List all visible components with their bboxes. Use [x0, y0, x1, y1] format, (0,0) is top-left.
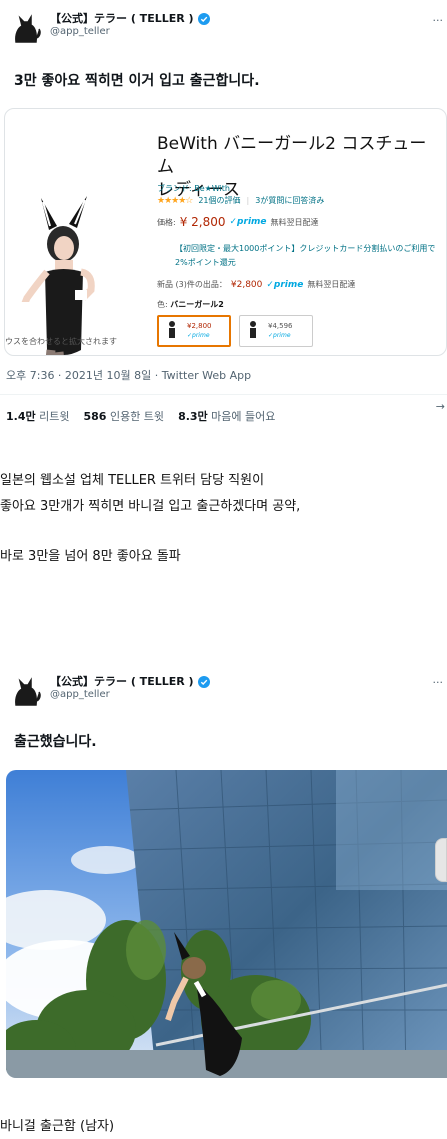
- display-name[interactable]: 【公式】テラー ( TELLER ): [50, 675, 210, 689]
- body-line-2: 좋아요 3만개가 찍히면 바니걸 입고 출근하겠다며 공약,: [0, 499, 301, 514]
- likes-stat[interactable]: 8.3만 마음에 들어요: [178, 408, 275, 424]
- color-swatch-2[interactable]: ¥4,596 ✓prime: [239, 315, 313, 347]
- new-offers-label: 新品 (3)件の出品：: [157, 280, 227, 289]
- tweet1-text: 3만 좋아요 찍히면 이거 입고 출근합니다.: [14, 73, 260, 89]
- display-name-text[interactable]: 【公式】テラー ( TELLER ): [50, 12, 194, 26]
- qa-count: 3が質問に回答済み: [255, 196, 325, 205]
- image-zoom-caption: ウスを合わせると拡大されます: [5, 337, 117, 346]
- color-label: 色:: [157, 300, 168, 309]
- quotes-label: 인용한 트윗: [109, 410, 165, 423]
- share-icon[interactable]: →: [436, 400, 445, 413]
- likes-label: 마음에 들어요: [211, 410, 276, 423]
- swatch2-prime: ✓prime: [268, 332, 291, 339]
- retweets-label: 리트윗: [39, 410, 70, 423]
- swatch-figure-icon: [169, 321, 175, 338]
- quotes-stat[interactable]: 586 인용한 트윗: [83, 408, 164, 424]
- display-name[interactable]: 【公式】テラー ( TELLER ): [50, 12, 210, 26]
- new-delivery-text: 無料翌日配達: [307, 280, 356, 289]
- likes-count: 8.3만: [178, 410, 208, 423]
- retweets-count: 1.4만: [6, 410, 36, 423]
- more-options-icon[interactable]: ···: [433, 676, 444, 689]
- tweet1-timestamp[interactable]: 오후 7:36 · 2021년 10월 8일 · Twitter Web App: [6, 367, 251, 383]
- divider: [0, 394, 447, 395]
- verified-badge-icon: [197, 12, 210, 25]
- color-swatch-1[interactable]: ¥2,800 ✓prime: [157, 315, 231, 347]
- price-value: ¥ 2,800: [179, 215, 226, 229]
- product-price-row: 価格: ¥ 2,800 ✓prime 無料翌日配達: [157, 215, 319, 229]
- tweet1-stats: 1.4만 리트윗 586 인용한 트윗 8.3만 마음에 들어요: [6, 408, 275, 424]
- new-prime-badge-icon: ✓prime: [266, 279, 304, 290]
- prime-badge-icon: ✓prime: [229, 217, 267, 227]
- new-offers-row: 新品 (3)件の出品： ¥2,800 ✓prime 無料翌日配達: [157, 279, 355, 290]
- new-offers-price: ¥2,800: [230, 279, 263, 290]
- carousel-scroll-handle[interactable]: [435, 838, 447, 882]
- body-line-1: 일본의 웹소설 업체 TELLER 트위터 담당 직원이: [0, 473, 265, 488]
- retweets-stat[interactable]: 1.4만 리트윗: [6, 408, 69, 424]
- tweet1-header: 【公式】テラー ( TELLER ) @app_teller: [10, 12, 210, 44]
- tweet2-header: 【公式】テラー ( TELLER ) @app_teller: [10, 675, 210, 707]
- handle[interactable]: @app_teller: [50, 689, 210, 702]
- promo-text: 【初回限定・最大1000ポイント】クレジットカード分割払いのご利用で2%ポイント…: [175, 244, 436, 267]
- office-building-photo[interactable]: [6, 770, 447, 1078]
- color-value: バニーガール2: [170, 300, 224, 309]
- body-line-3: 바로 3만을 넘어 8만 좋아요 돌파: [0, 549, 181, 564]
- tweet2-text: 출근했습니다.: [14, 734, 97, 750]
- tweet1-media-card[interactable]: ウスを合わせると拡大されます BeWith バニーガール2 コスチューム レディ…: [4, 108, 447, 356]
- swatch-figure-icon: [250, 321, 256, 338]
- quotes-count: 586: [83, 410, 107, 423]
- bunny-costume-image: [19, 196, 95, 355]
- rating-stars-icon: ★★★★☆: [157, 195, 193, 206]
- display-name-text[interactable]: 【公式】テラー ( TELLER ): [50, 675, 194, 689]
- cat-avatar-icon[interactable]: [10, 675, 42, 707]
- rating-count: 21個の評価: [198, 196, 241, 205]
- delivery-text: 無料翌日配達: [270, 217, 319, 227]
- product-title-line1: BeWith バニーガール2 コスチューム: [157, 134, 427, 177]
- body-caption: 바니걸 출근함 (남자): [0, 1119, 115, 1134]
- handle[interactable]: @app_teller: [50, 26, 210, 39]
- verified-badge-icon: [197, 675, 210, 688]
- price-label: 価格:: [157, 217, 176, 227]
- product-brand: ブランド: Be★With: [157, 184, 230, 193]
- cat-avatar-icon[interactable]: [10, 12, 42, 44]
- swatch1-prime: ✓prime: [187, 332, 210, 339]
- more-options-icon[interactable]: ···: [433, 14, 444, 27]
- product-rating: ★★★★☆ 21個の評価 | 3が質問に回答済み: [157, 195, 325, 206]
- swatch2-price: ¥4,596: [268, 322, 293, 330]
- color-row: 色: バニーガール2: [157, 299, 224, 310]
- swatch1-price: ¥2,800: [187, 322, 212, 330]
